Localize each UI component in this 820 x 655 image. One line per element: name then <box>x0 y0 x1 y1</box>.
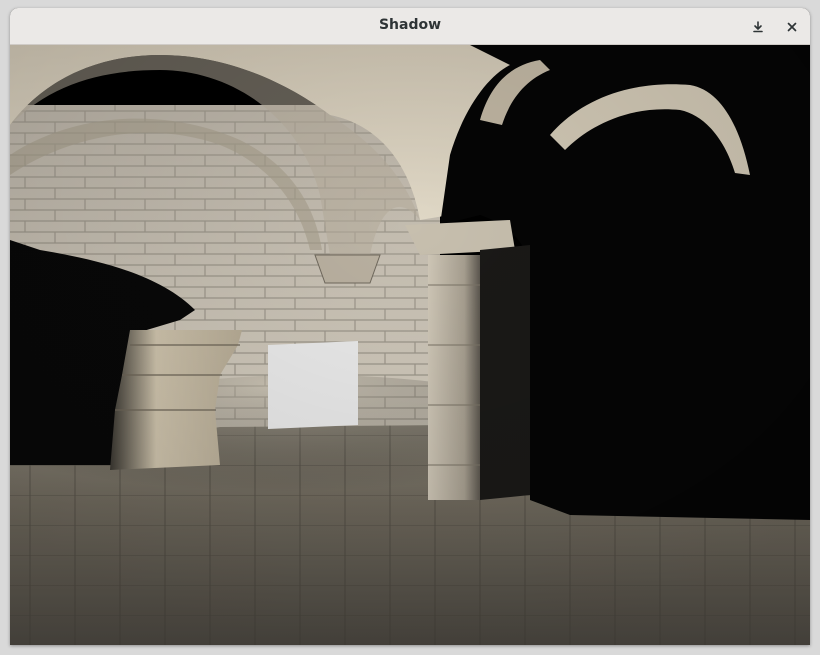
window-title: Shadow <box>378 17 442 33</box>
close-icon <box>787 22 797 32</box>
shadow-scene <box>10 45 810 645</box>
minimize-button[interactable] <box>746 15 770 39</box>
download-arrow-icon <box>753 21 763 33</box>
close-button[interactable] <box>780 15 804 39</box>
app-window: Shadow <box>10 8 810 645</box>
title-bar[interactable]: Shadow <box>10 8 810 45</box>
scene-vignette <box>10 45 810 645</box>
render-viewport[interactable] <box>10 45 810 645</box>
